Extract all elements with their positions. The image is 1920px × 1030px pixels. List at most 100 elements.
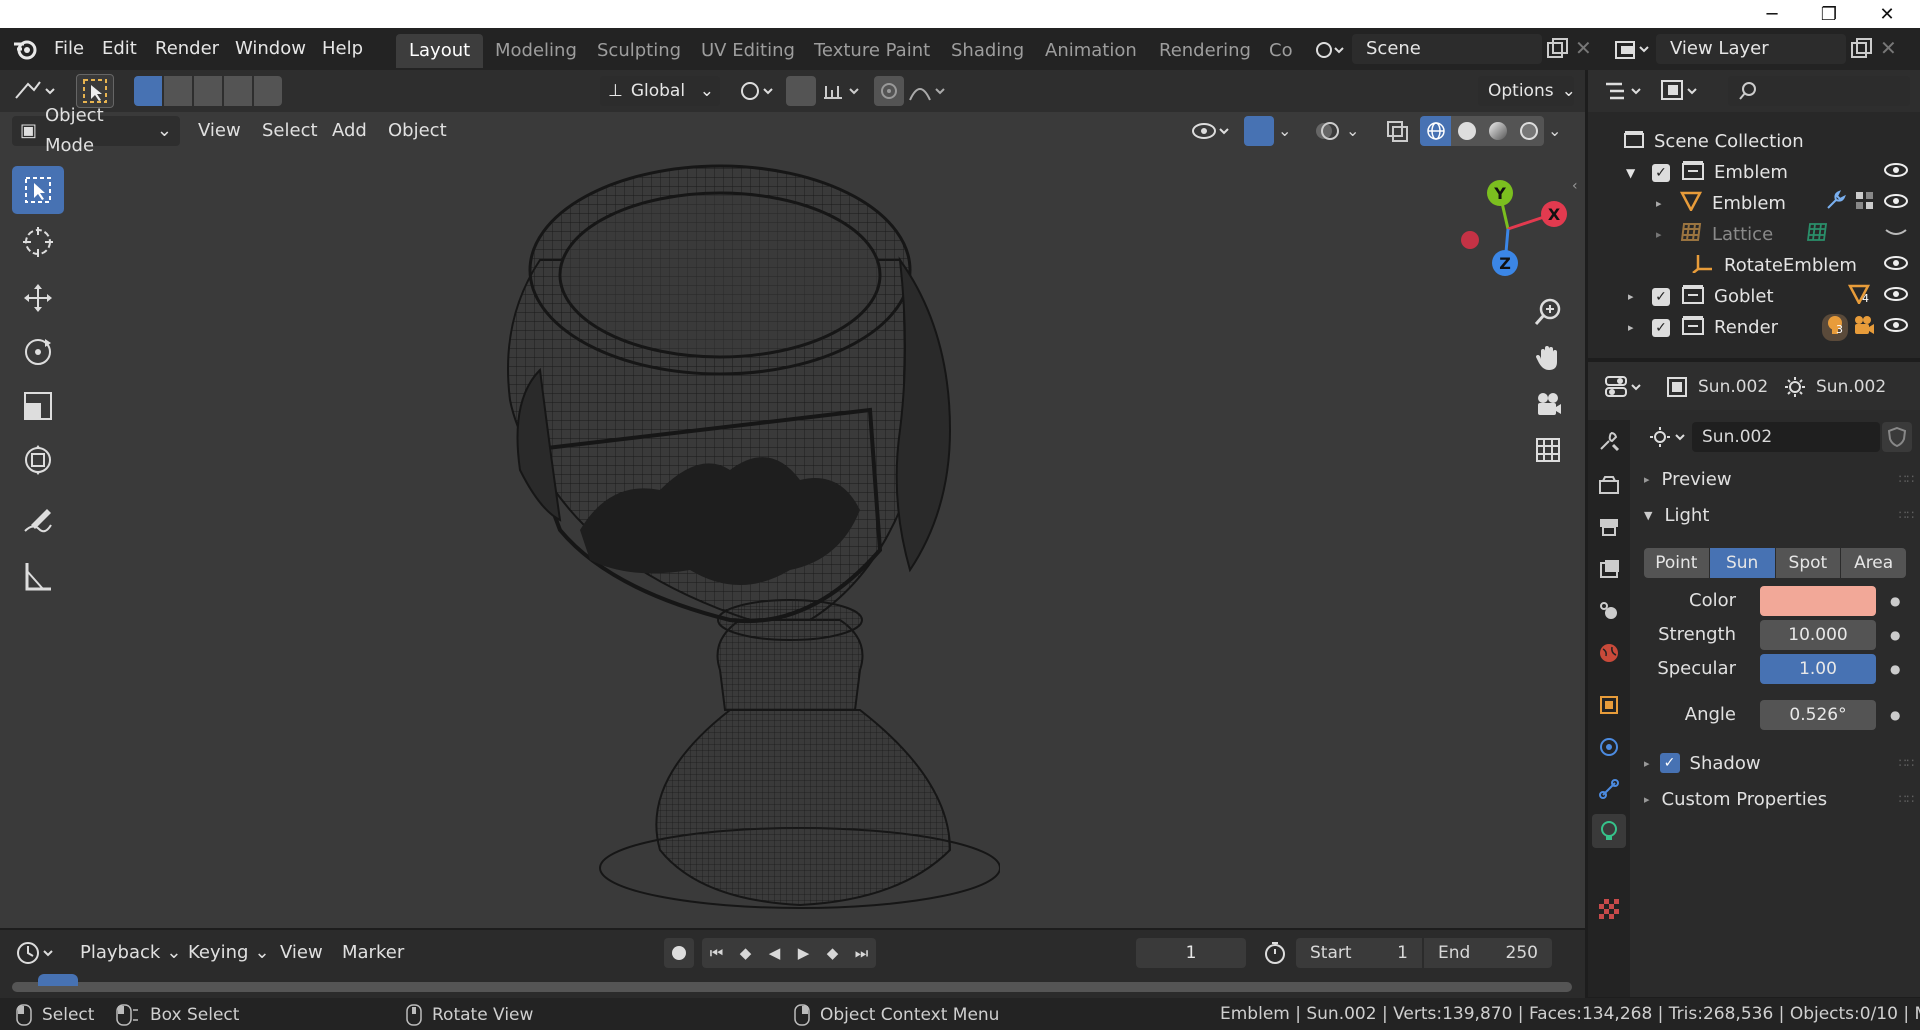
- outliner-row-rotate-emblem[interactable]: RotateEmblem: [1588, 250, 1920, 281]
- eye-icon[interactable]: [1884, 193, 1908, 214]
- timeline-scrollbar[interactable]: [12, 982, 1572, 992]
- scene-tab-icon[interactable]: [1592, 594, 1626, 628]
- drag-handle-icon[interactable]: ∷∷: [1899, 508, 1914, 522]
- gizmo-toggle-icon[interactable]: [1244, 116, 1274, 146]
- light-type-area[interactable]: Area: [1841, 548, 1906, 578]
- menu-edit[interactable]: Edit: [94, 34, 145, 64]
- sidebar-toggle-icon[interactable]: ‹: [1572, 178, 1584, 198]
- blender-logo-icon[interactable]: [12, 36, 40, 62]
- checkbox-icon[interactable]: ✓: [1652, 287, 1670, 306]
- light-color-swatch[interactable]: [1760, 586, 1876, 616]
- play-reverse-icon[interactable]: ◀: [760, 938, 789, 968]
- camera-object-icon[interactable]: [1852, 314, 1876, 341]
- lattice-data-icon[interactable]: [1806, 221, 1828, 248]
- gizmo-x-axis[interactable]: X: [1541, 201, 1567, 227]
- drag-handle-icon[interactable]: ∷∷: [1899, 756, 1914, 770]
- pivot-point-icon[interactable]: [734, 76, 778, 106]
- render-tab-icon[interactable]: [1592, 468, 1626, 502]
- jump-start-icon[interactable]: ⏮: [702, 938, 731, 968]
- end-frame-field[interactable]: End 250: [1424, 938, 1552, 968]
- panel-light-header[interactable]: ▼ Light ∷∷: [1644, 498, 1914, 532]
- ortho-grid-icon[interactable]: [1528, 430, 1568, 470]
- keyframe-dot-icon[interactable]: ●: [1890, 654, 1904, 684]
- annotate-tool-icon[interactable]: [12, 498, 64, 546]
- measure-tool-icon[interactable]: [12, 552, 64, 600]
- tab-compositing[interactable]: Co: [1256, 34, 1306, 68]
- panel-shadow-header[interactable]: ▸ ✓ Shadow ∷∷: [1644, 746, 1914, 780]
- mesh-children-icon[interactable]: 4: [1847, 284, 1871, 309]
- rotate-tool-icon[interactable]: [12, 328, 64, 376]
- overlays-dropdown-icon[interactable]: ⌄: [1346, 116, 1366, 146]
- start-frame-field[interactable]: Start 1: [1296, 938, 1422, 968]
- menu-file[interactable]: File: [46, 34, 92, 64]
- panel-custom-properties-header[interactable]: ▸ Custom Properties ∷∷: [1644, 782, 1914, 816]
- cursor-tool-icon[interactable]: [12, 218, 64, 266]
- tab-uv-editing[interactable]: UV Editing: [688, 34, 808, 68]
- specular-slider[interactable]: 1.00: [1760, 654, 1876, 684]
- prev-keyframe-icon[interactable]: ◆: [731, 938, 760, 968]
- minimize-button[interactable]: ─: [1743, 0, 1801, 28]
- scale-tool-icon[interactable]: [12, 382, 64, 430]
- view-layer-icon[interactable]: [1612, 36, 1654, 64]
- visibility-filter-icon[interactable]: [1190, 116, 1236, 146]
- timeline-editor-type-icon[interactable]: [14, 938, 60, 968]
- eye-icon[interactable]: [1884, 255, 1908, 276]
- tool-tab-icon[interactable]: [1592, 424, 1626, 458]
- select-extend-icon[interactable]: [164, 76, 192, 106]
- view-layer-field[interactable]: View Layer: [1656, 34, 1846, 64]
- keyframe-dot-icon[interactable]: ●: [1890, 700, 1904, 730]
- timeline-menu-keying[interactable]: Keying ⌄: [180, 938, 278, 968]
- tab-animation[interactable]: Animation: [1032, 34, 1150, 68]
- rendered-shading-icon[interactable]: [1513, 116, 1544, 146]
- menu-window[interactable]: Window: [227, 34, 314, 64]
- light-type-point[interactable]: Point: [1644, 548, 1709, 578]
- close-window-button[interactable]: ✕: [1858, 0, 1916, 28]
- timeline-menu-marker[interactable]: Marker: [334, 938, 412, 968]
- light-data-tab-icon[interactable]: [1592, 814, 1626, 848]
- light-browse-icon[interactable]: [1644, 422, 1692, 452]
- zoom-icon[interactable]: [1528, 292, 1568, 332]
- play-icon[interactable]: ▶: [789, 938, 818, 968]
- scene-name-field[interactable]: Scene: [1352, 34, 1542, 64]
- tab-layout[interactable]: Layout: [396, 34, 484, 68]
- gizmo-dropdown-icon[interactable]: ⌄: [1278, 116, 1298, 146]
- eye-icon[interactable]: [1884, 162, 1908, 183]
- maximize-button[interactable]: ❐: [1800, 0, 1858, 28]
- timeline-menu-view[interactable]: View: [272, 938, 331, 968]
- keyframe-dot-icon[interactable]: ●: [1890, 586, 1904, 616]
- checkbox-icon[interactable]: ✓: [1652, 318, 1670, 337]
- pan-hand-icon[interactable]: [1528, 338, 1568, 378]
- vertex-groups-icon[interactable]: [1854, 190, 1876, 217]
- eye-closed-icon[interactable]: [1884, 224, 1908, 245]
- outliner-row-goblet-collection[interactable]: ▸ ✓ Goblet 4: [1588, 281, 1920, 312]
- light-datablock-name[interactable]: Sun.002: [1692, 422, 1880, 452]
- expand-right-icon[interactable]: ▸: [1656, 197, 1670, 210]
- outliner-row-render-collection[interactable]: ▸ ✓ Render 3: [1588, 312, 1920, 343]
- xray-toggle-icon[interactable]: [1382, 116, 1412, 146]
- goblet-wireframe-model[interactable]: [480, 150, 1001, 910]
- scene-selector-icon[interactable]: [1310, 36, 1350, 64]
- constraints-tab-icon[interactable]: [1592, 772, 1626, 806]
- move-tool-icon[interactable]: [12, 274, 64, 322]
- wrench-modifier-icon[interactable]: [1824, 190, 1846, 217]
- display-mode-icon[interactable]: [1658, 76, 1706, 106]
- delete-scene-icon[interactable]: ✕: [1575, 36, 1599, 62]
- expand-right-icon[interactable]: ▸: [1628, 290, 1642, 303]
- drag-handle-icon[interactable]: ∷∷: [1899, 792, 1914, 806]
- mode-dropdown[interactable]: ▣ Object Mode ⌄: [12, 105, 180, 156]
- viewport-menu-object[interactable]: Object: [380, 116, 455, 146]
- proportional-edit-icon[interactable]: [874, 76, 904, 106]
- camera-view-icon[interactable]: [1528, 384, 1568, 424]
- world-tab-icon[interactable]: [1592, 636, 1626, 670]
- snap-toggle-icon[interactable]: [786, 76, 816, 106]
- overlays-icon[interactable]: [1312, 116, 1342, 146]
- view-layer-tab-icon[interactable]: [1592, 552, 1626, 586]
- current-frame-field[interactable]: 1: [1136, 938, 1246, 968]
- transform-tool-icon[interactable]: [12, 436, 64, 484]
- material-shading-icon[interactable]: [1482, 116, 1513, 146]
- properties-editor-type-icon[interactable]: [1602, 372, 1648, 402]
- texture-tab-icon[interactable]: [1592, 892, 1626, 926]
- outliner-row-emblem-collection[interactable]: ▼ ✓ Emblem: [1588, 157, 1920, 188]
- jump-end-icon[interactable]: ⏭: [847, 938, 876, 968]
- object-tab-icon[interactable]: [1592, 688, 1626, 722]
